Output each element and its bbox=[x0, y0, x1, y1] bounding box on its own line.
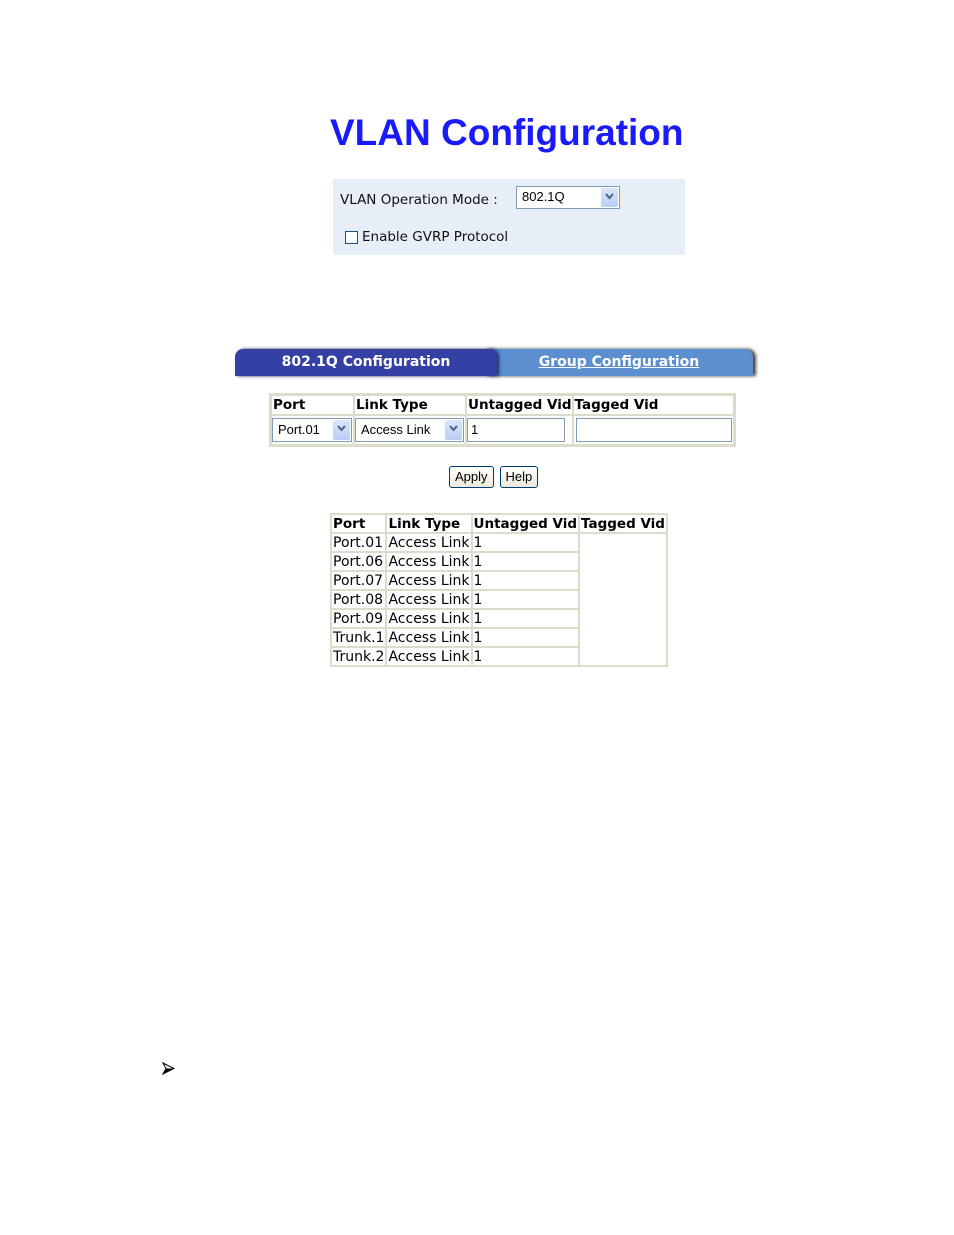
link-type-cell: Access Link bbox=[354, 415, 466, 445]
apply-button[interactable]: Apply bbox=[449, 466, 494, 488]
vlan-operation-mode-select[interactable]: 802.1Q bbox=[516, 186, 620, 209]
chevron-down-icon[interactable] bbox=[445, 420, 462, 440]
status-header-port: Port bbox=[331, 514, 387, 533]
status-port-cell: Port.07 bbox=[331, 571, 387, 590]
status-port-cell: Port.06 bbox=[331, 552, 387, 571]
page-title: VLAN Configuration bbox=[330, 112, 684, 153]
config-input-row: Port.01 Access Link 1 bbox=[271, 415, 734, 445]
tab-group-configuration[interactable]: Group Configuration bbox=[485, 349, 753, 376]
status-link-type-cell: Access Link bbox=[386, 628, 472, 647]
action-buttons: Apply Help bbox=[449, 466, 539, 488]
status-port-cell: Port.08 bbox=[331, 590, 387, 609]
enable-gvrp-label[interactable]: Enable GVRP Protocol bbox=[362, 229, 508, 245]
status-link-type-cell: Access Link bbox=[386, 571, 472, 590]
port-cell: Port.01 bbox=[271, 415, 354, 445]
status-tagged-vid-cell bbox=[579, 533, 667, 666]
config-header-row: Port Link Type Untagged Vid Tagged Vid bbox=[271, 395, 734, 415]
status-table-body: Port.01 Access Link 1 Port.06 Access Link 1 Po… bbox=[331, 533, 667, 666]
arrowhead-bullet-icon bbox=[161, 1060, 176, 1079]
status-port-cell: Trunk.1 bbox=[331, 628, 387, 647]
status-header-tagged-vid: Tagged Vid bbox=[579, 514, 667, 533]
untagged-vid-input[interactable]: 1 bbox=[467, 418, 565, 442]
header-tagged-vid: Tagged Vid bbox=[572, 395, 734, 415]
port-config-table: Port Link Type Untagged Vid Tagged Vid P… bbox=[269, 393, 736, 447]
status-link-type-cell: Access Link bbox=[386, 533, 472, 552]
port-select-value: Port.01 bbox=[278, 422, 320, 437]
link-type-select-value: Access Link bbox=[361, 422, 431, 437]
link-type-select[interactable]: Access Link bbox=[355, 418, 464, 442]
status-header-untagged-vid: Untagged Vid bbox=[471, 514, 580, 533]
vlan-mode-panel: VLAN Operation Mode : 802.1Q Enable GVRP… bbox=[333, 179, 685, 255]
vlan-status-table: Port Link Type Untagged Vid Tagged Vid P… bbox=[330, 513, 668, 667]
status-port-cell: Trunk.2 bbox=[331, 647, 387, 666]
status-untagged-vid-cell: 1 bbox=[471, 647, 580, 666]
enable-gvrp-checkbox[interactable] bbox=[345, 230, 358, 244]
status-link-type-cell: Access Link bbox=[386, 609, 472, 628]
status-table-row: Port.01 Access Link 1 bbox=[331, 533, 667, 666]
status-header-link-type: Link Type bbox=[386, 514, 472, 533]
status-link-type-cell: Access Link bbox=[386, 647, 472, 666]
status-untagged-vid-cell: 1 bbox=[471, 571, 580, 590]
port-select[interactable]: Port.01 bbox=[272, 418, 352, 442]
tagged-vid-cell bbox=[572, 415, 734, 445]
status-untagged-vid-cell: 1 bbox=[471, 552, 580, 571]
chevron-down-icon[interactable] bbox=[333, 420, 350, 440]
status-untagged-vid-cell: 1 bbox=[471, 609, 580, 628]
gvrp-row: Enable GVRP Protocol bbox=[345, 229, 508, 245]
chevron-down-icon[interactable] bbox=[601, 188, 618, 207]
vlan-operation-mode-label: VLAN Operation Mode : bbox=[340, 192, 498, 208]
header-link-type: Link Type bbox=[354, 395, 466, 415]
status-untagged-vid-cell: 1 bbox=[471, 533, 580, 552]
status-untagged-vid-cell: 1 bbox=[471, 628, 580, 647]
untagged-vid-cell: 1 bbox=[466, 415, 573, 445]
config-tabs: 802.1Q Configuration Group Configuration bbox=[235, 349, 759, 376]
status-link-type-cell: Access Link bbox=[386, 552, 472, 571]
status-link-type-cell: Access Link bbox=[386, 590, 472, 609]
status-untagged-vid-cell: 1 bbox=[471, 590, 580, 609]
status-header-row: Port Link Type Untagged Vid Tagged Vid bbox=[331, 514, 667, 533]
header-port: Port bbox=[271, 395, 354, 415]
status-port-cell: Port.09 bbox=[331, 609, 387, 628]
tab-8021q-configuration[interactable]: 802.1Q Configuration bbox=[235, 349, 497, 376]
tagged-vid-input[interactable] bbox=[575, 418, 732, 442]
vlan-operation-mode-value: 802.1Q bbox=[522, 189, 565, 204]
header-untagged-vid: Untagged Vid bbox=[466, 395, 573, 415]
status-port-cell: Port.01 bbox=[331, 533, 387, 552]
help-button[interactable]: Help bbox=[499, 466, 539, 488]
